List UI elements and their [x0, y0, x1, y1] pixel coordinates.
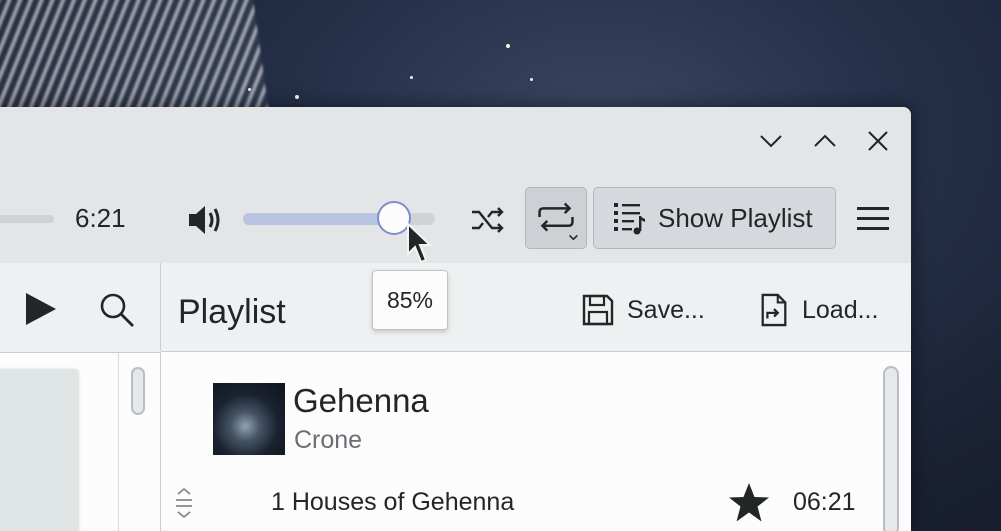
playlist-header: Playlist Save... Load...: [161, 263, 911, 352]
library-divider: [118, 353, 119, 531]
repeat-button[interactable]: [525, 187, 587, 249]
load-playlist-button[interactable]: Load...: [758, 293, 878, 327]
track-title: 1 Houses of Gehenna: [271, 488, 515, 516]
playlist-icon: [614, 203, 645, 235]
save-playlist-button[interactable]: Save...: [581, 293, 705, 327]
maximize-icon: [814, 134, 836, 147]
player-toolbar: 6:21 Show Playlist: [0, 177, 911, 264]
repeat-icon: [538, 202, 578, 241]
wallpaper-star: [248, 88, 251, 91]
hamburger-menu-icon[interactable]: [856, 204, 890, 234]
load-icon: [761, 293, 787, 327]
playlist-track-row[interactable]: 1 Houses of Gehenna 06:21: [161, 480, 881, 526]
shuffle-icon[interactable]: [470, 203, 506, 237]
play-icon[interactable]: [20, 291, 60, 327]
library-header: [0, 263, 161, 351]
seek-slider[interactable]: [0, 215, 54, 223]
drag-handle-icon[interactable]: [173, 486, 195, 520]
wallpaper-star: [295, 95, 299, 99]
star-icon[interactable]: [727, 482, 771, 524]
save-label: Save...: [627, 295, 705, 324]
library-list: [0, 352, 161, 531]
wallpaper-star: [530, 78, 533, 81]
close-button[interactable]: [862, 125, 894, 157]
album-artist: Crone: [294, 426, 363, 454]
close-icon: [868, 131, 888, 151]
show-playlist-button[interactable]: Show Playlist: [593, 187, 836, 249]
minimize-button[interactable]: [755, 125, 787, 157]
search-icon[interactable]: [98, 291, 136, 329]
player-window: 6:21 Show Playlist Playlist Save... Load…: [0, 107, 911, 531]
total-time: 6:21: [75, 203, 126, 233]
save-icon: [582, 294, 614, 326]
maximize-button[interactable]: [809, 125, 841, 157]
volume-icon[interactable]: [186, 201, 224, 239]
library-scrollbar[interactable]: [131, 367, 145, 415]
minimize-icon: [760, 135, 782, 148]
wallpaper-star: [506, 44, 510, 48]
load-label: Load...: [802, 295, 879, 324]
playlist-title: Playlist: [178, 293, 286, 331]
wallpaper-star: [410, 76, 413, 79]
playlist-scrollbar[interactable]: [883, 366, 899, 531]
track-duration: 06:21: [793, 488, 856, 516]
album-cover: [213, 383, 285, 455]
playlist-view: Gehenna Crone 1 Houses of Gehenna 06:21: [161, 352, 911, 531]
library-item-card[interactable]: [0, 369, 78, 531]
album-title: Gehenna: [293, 382, 429, 419]
show-playlist-label: Show Playlist: [658, 202, 813, 233]
volume-tooltip: 85%: [372, 270, 448, 330]
mouse-pointer-icon: [407, 222, 433, 264]
title-bar: [0, 107, 911, 177]
